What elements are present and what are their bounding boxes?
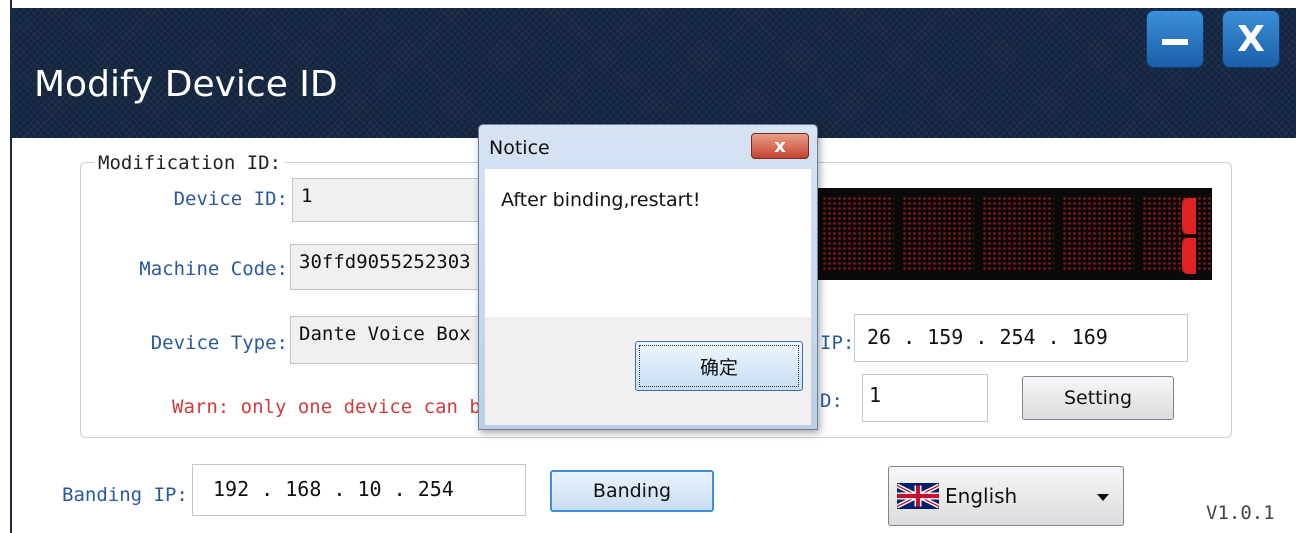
dialog-message: After binding,restart!: [501, 189, 701, 211]
dialog-close-button[interactable]: x: [751, 133, 809, 159]
main-window: Modify Device ID X Modification ID: Devi…: [0, 0, 1296, 533]
banding-ip-label: Banding IP:: [62, 484, 188, 506]
window-title: Modify Device ID: [34, 64, 338, 105]
window-left-frame: [0, 0, 10, 533]
target-ip-input[interactable]: 26 . 159 . 254 . 169: [854, 314, 1188, 362]
led-segment-lit: [1182, 238, 1196, 274]
target-ip-label: IP:: [820, 332, 855, 354]
machine-code-label: Machine Code:: [139, 258, 288, 280]
language-select[interactable]: English: [888, 466, 1124, 526]
device-id-field[interactable]: 1: [292, 178, 492, 222]
led-digit: [902, 196, 974, 272]
uk-flag-icon: [897, 483, 939, 509]
ok-button[interactable]: 确定: [635, 341, 803, 391]
groupbox-title: Modification ID:: [94, 152, 286, 174]
minimize-button[interactable]: [1146, 10, 1204, 68]
warning-text: Warn: only one device can be: [172, 396, 493, 418]
close-icon: X: [1237, 18, 1265, 60]
machine-code-field[interactable]: 30ffd9055252303: [290, 244, 494, 290]
dialog-title: Notice: [489, 137, 550, 159]
led-digit: [982, 196, 1054, 272]
device-type-label: Device Type:: [150, 332, 288, 354]
banding-ip-input[interactable]: 192 . 168 . 10 . 254: [192, 464, 526, 516]
language-selected: English: [945, 484, 1018, 508]
led-segment-lit: [1182, 198, 1196, 234]
device-type-field[interactable]: Dante Voice Box: [290, 316, 494, 364]
dialog-footer: 确定: [485, 317, 811, 425]
led-digit: [1062, 196, 1134, 272]
minimize-icon: [1162, 39, 1188, 45]
led-display: [818, 188, 1212, 280]
banding-button[interactable]: Banding: [550, 470, 714, 512]
title-bar[interactable]: Modify Device ID X: [10, 8, 1296, 138]
target-id-label: D:: [820, 390, 843, 412]
version-label: V1.0.1: [1206, 502, 1275, 524]
close-button[interactable]: X: [1222, 10, 1280, 68]
device-id-label: Device ID:: [173, 188, 288, 210]
notice-dialog: Notice x After binding,restart! 确定: [478, 124, 818, 430]
chevron-down-icon: [1097, 494, 1109, 501]
uk-flag-svg: [897, 483, 939, 509]
led-digit: [1142, 196, 1212, 272]
setting-button[interactable]: Setting: [1022, 376, 1174, 420]
led-digit: [822, 196, 894, 272]
target-id-input[interactable]: 1: [862, 374, 988, 422]
close-icon: x: [774, 135, 786, 157]
